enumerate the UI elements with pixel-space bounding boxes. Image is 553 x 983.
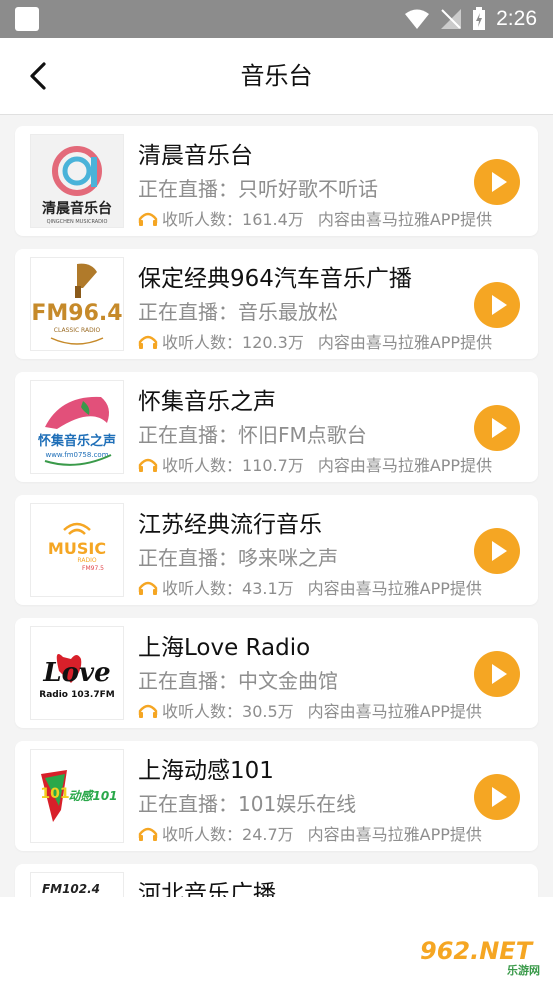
play-icon <box>492 787 507 807</box>
svg-text:CLASSIC RADIO: CLASSIC RADIO <box>54 327 101 334</box>
headphones-icon <box>138 704 158 718</box>
svg-text:清晨音乐台: 清晨音乐台 <box>42 200 112 217</box>
source-note: 内容由喜马拉雅APP提供 <box>307 702 482 721</box>
station-card[interactable]: 怀集音乐之声 www.fm0758.com 怀集音乐之声 正在直播：怀旧FM点歌… <box>15 372 538 482</box>
play-icon <box>492 541 507 561</box>
source-note: 内容由喜马拉雅APP提供 <box>307 579 482 598</box>
headphones-icon <box>138 581 158 595</box>
play-icon <box>492 418 507 438</box>
svg-text:怀集音乐之声: 怀集音乐之声 <box>38 433 116 449</box>
headphones-icon <box>138 458 158 472</box>
svg-text:FM97.5: FM97.5 <box>82 565 104 572</box>
svg-text:Radio 103.7FM: Radio 103.7FM <box>39 690 114 700</box>
notification-icon <box>15 7 39 31</box>
svg-text:FM102.4: FM102.4 <box>42 882 100 896</box>
svg-text:RADIO: RADIO <box>77 557 96 564</box>
play-icon <box>492 295 507 315</box>
wifi-icon <box>405 9 430 29</box>
svg-text:乐游网: 乐游网 <box>507 963 540 977</box>
station-card[interactable]: Love Radio 103.7FM 上海Love Radio 正在直播：中文金… <box>15 618 538 728</box>
page-title: 音乐台 <box>240 62 313 90</box>
station-logo: FM102.4 <box>30 872 124 897</box>
now-playing: 正在直播：只听好歌不听话 <box>138 177 378 201</box>
clock: 2:26 <box>496 7 537 30</box>
now-playing: 正在直播：音乐最放松 <box>138 300 338 324</box>
station-logo: 怀集音乐之声 www.fm0758.com <box>30 380 124 474</box>
listener-info: 收听人数： 30.5万 内容由喜马拉雅APP提供 <box>138 698 482 722</box>
source-note: 内容由喜马拉雅APP提供 <box>317 456 493 475</box>
station-list[interactable]: 清晨音乐台 QINGCHEN MUSICRADIO 清晨音乐台 正在直播：只听好… <box>0 115 553 897</box>
play-button[interactable] <box>474 651 520 697</box>
source-note: 内容由喜马拉雅APP提供 <box>307 825 482 844</box>
now-playing: 正在直播：哆来咪之声 <box>138 546 338 570</box>
play-button[interactable] <box>474 282 520 328</box>
svg-text:101: 101 <box>40 786 69 802</box>
play-icon <box>492 172 507 192</box>
play-button[interactable] <box>474 159 520 205</box>
status-bar: 2:26 <box>0 0 553 38</box>
svg-text:962.NET: 962.NET <box>420 937 534 965</box>
svg-text:QINGCHEN MUSICRADIO: QINGCHEN MUSICRADIO <box>47 219 108 225</box>
listener-count: 120.3万 <box>242 333 304 352</box>
listener-info: 收听人数： 43.1万 内容由喜马拉雅APP提供 <box>138 575 482 599</box>
status-icons: 2:26 <box>404 0 537 38</box>
station-name: 保定经典964汽车音乐广播 <box>138 266 412 292</box>
play-icon <box>492 664 507 684</box>
station-card[interactable]: 清晨音乐台 QINGCHEN MUSICRADIO 清晨音乐台 正在直播：只听好… <box>15 126 538 236</box>
no-signal-icon <box>441 9 462 29</box>
svg-text:FM96.4: FM96.4 <box>31 301 122 326</box>
station-name: 河北音乐广播 <box>138 881 276 897</box>
now-playing: 正在直播：怀旧FM点歌台 <box>138 423 367 447</box>
station-name: 江苏经典流行音乐 <box>138 512 322 538</box>
station-name: 怀集音乐之声 <box>138 389 276 415</box>
play-button[interactable] <box>474 774 520 820</box>
station-logo: Love Radio 103.7FM <box>30 626 124 720</box>
listener-count: 43.1万 <box>242 579 294 598</box>
headphones-icon <box>138 212 158 226</box>
station-name: 上海Love Radio <box>138 635 311 661</box>
station-card[interactable]: 101 动感101 上海动感101 正在直播：101娱乐在线 收听人数： 24.7… <box>15 741 538 851</box>
watermark-logo: 962.NET 乐游网 <box>414 933 548 977</box>
station-logo: 清晨音乐台 QINGCHEN MUSICRADIO <box>30 134 124 228</box>
station-name: 上海动感101 <box>138 758 274 784</box>
now-playing: 正在直播：中文金曲馆 <box>138 669 338 693</box>
station-card[interactable]: MUSIC RADIO FM97.5 江苏经典流行音乐 正在直播：哆来咪之声 收… <box>15 495 538 605</box>
station-card[interactable]: FM96.4 CLASSIC RADIO 保定经典964汽车音乐广播 正在直播：… <box>15 249 538 359</box>
header-bar: 音乐台 <box>0 38 553 115</box>
listener-info: 收听人数： 161.4万 内容由喜马拉雅APP提供 <box>138 206 492 230</box>
listener-info: 收听人数： 120.3万 内容由喜马拉雅APP提供 <box>138 329 492 353</box>
play-button[interactable] <box>474 528 520 574</box>
listener-count: 30.5万 <box>242 702 294 721</box>
station-logo: MUSIC RADIO FM97.5 <box>30 503 124 597</box>
station-name: 清晨音乐台 <box>138 143 253 169</box>
source-note: 内容由喜马拉雅APP提供 <box>317 333 493 352</box>
station-logo: FM96.4 CLASSIC RADIO <box>30 257 124 351</box>
listener-count: 24.7万 <box>242 825 294 844</box>
svg-text:动感101: 动感101 <box>68 789 117 803</box>
headphones-icon <box>138 335 158 349</box>
station-logo: 101 动感101 <box>30 749 124 843</box>
listener-info: 收听人数： 110.7万 内容由喜马拉雅APP提供 <box>138 452 492 476</box>
play-button[interactable] <box>474 405 520 451</box>
svg-text:www.fm0758.com: www.fm0758.com <box>45 451 108 459</box>
battery-charging-icon <box>473 7 486 30</box>
svg-text:MUSIC: MUSIC <box>48 539 106 558</box>
now-playing: 正在直播：101娱乐在线 <box>138 792 357 816</box>
listener-info: 收听人数： 24.7万 内容由喜马拉雅APP提供 <box>138 821 482 845</box>
svg-text:Love: Love <box>42 658 110 688</box>
station-card[interactable]: FM102.4 河北音乐广播 <box>15 864 538 897</box>
listener-count: 110.7万 <box>242 456 304 475</box>
listener-count: 161.4万 <box>242 210 304 229</box>
source-note: 内容由喜马拉雅APP提供 <box>317 210 493 229</box>
headphones-icon <box>138 827 158 841</box>
